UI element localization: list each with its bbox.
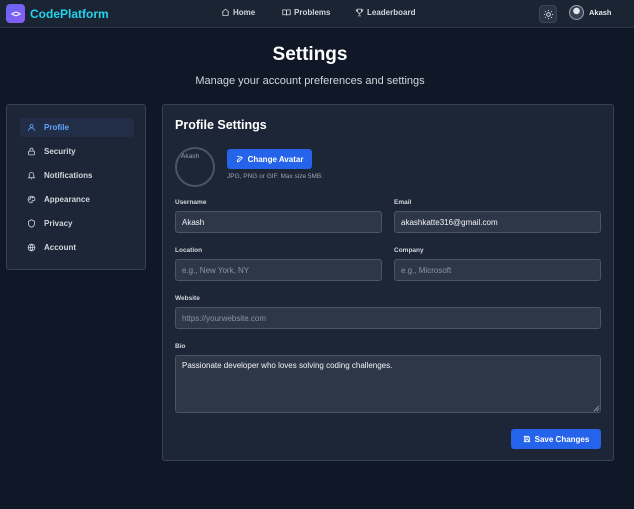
company-label: Company bbox=[394, 247, 424, 254]
nav-link-label: Problems bbox=[294, 8, 331, 17]
save-changes-label: Save Changes bbox=[534, 434, 590, 444]
company-field[interactable] bbox=[394, 259, 601, 281]
palette-icon bbox=[27, 195, 36, 204]
sidebar-item-label: Privacy bbox=[44, 219, 73, 228]
bio-textarea[interactable]: Passionate developer who loves solving c… bbox=[175, 355, 601, 413]
page-subtitle: Manage your account preferences and sett… bbox=[195, 75, 425, 87]
trophy-icon bbox=[355, 8, 364, 17]
nav-link-label: Leaderboard bbox=[367, 8, 416, 17]
home-icon bbox=[221, 8, 230, 16]
save-icon bbox=[523, 435, 530, 443]
nav-link-home[interactable]: Home bbox=[221, 8, 255, 17]
user-menu[interactable]: Akash bbox=[569, 5, 612, 20]
edit-icon bbox=[236, 155, 243, 163]
avatar-hint: JPG, PNG or GIF. Max size 5MB. bbox=[227, 173, 324, 180]
nav-link-problems[interactable]: Problems bbox=[282, 8, 330, 17]
change-avatar-label: Change Avatar bbox=[247, 154, 304, 164]
sun-icon bbox=[543, 9, 553, 19]
profile-settings-card: Profile Settings Akash Change Avatar JPG… bbox=[162, 104, 614, 461]
avatar bbox=[569, 5, 584, 20]
nav-link-label: Home bbox=[233, 8, 256, 17]
sidebar-item-notifications[interactable]: Notifications bbox=[20, 166, 134, 185]
globe-icon bbox=[27, 243, 36, 252]
sidebar-item-account[interactable]: Account bbox=[20, 238, 134, 257]
user-icon bbox=[28, 124, 35, 131]
card-title: Profile Settings bbox=[175, 118, 267, 132]
save-changes-button[interactable]: Save Changes bbox=[511, 429, 601, 449]
profile-avatar: Akash bbox=[175, 147, 215, 187]
resize-handle-icon[interactable] bbox=[593, 405, 600, 412]
location-label: Location bbox=[175, 247, 203, 254]
email-field[interactable] bbox=[394, 211, 601, 233]
sidebar-item-privacy[interactable]: Privacy bbox=[20, 214, 134, 233]
book-icon bbox=[282, 9, 291, 16]
sidebar-item-security[interactable]: Security bbox=[20, 142, 134, 161]
username-field[interactable] bbox=[175, 211, 382, 233]
email-label: Email bbox=[394, 199, 412, 206]
settings-sidebar: Profile Security Notifications Appearanc… bbox=[6, 104, 146, 270]
page-title: Settings bbox=[272, 44, 348, 65]
bell-icon bbox=[27, 172, 36, 180]
sidebar-item-label: Notifications bbox=[44, 171, 93, 180]
shield-icon bbox=[28, 219, 35, 228]
change-avatar-button[interactable]: Change Avatar bbox=[227, 149, 312, 169]
sidebar-item-label: Account bbox=[44, 243, 76, 252]
code-brackets-icon: <> bbox=[6, 4, 25, 23]
top-navbar: <> CodePlatform Home Problems Leaderboar… bbox=[0, 0, 634, 28]
theme-toggle-button[interactable] bbox=[539, 5, 557, 23]
sidebar-item-label: Appearance bbox=[44, 195, 90, 204]
brand[interactable]: <> CodePlatform bbox=[6, 4, 109, 23]
sidebar-item-appearance[interactable]: Appearance bbox=[20, 190, 134, 209]
bio-label: Bio bbox=[175, 343, 186, 350]
website-field[interactable] bbox=[175, 307, 601, 329]
sidebar-item-profile[interactable]: Profile bbox=[20, 118, 134, 137]
sidebar-item-label: Security bbox=[44, 147, 76, 156]
website-label: Website bbox=[175, 295, 200, 302]
username-label: Username bbox=[175, 199, 207, 206]
brand-name: CodePlatform bbox=[30, 6, 109, 21]
sidebar-item-label: Profile bbox=[44, 123, 69, 132]
avatar-alt-text: Akash bbox=[181, 153, 200, 160]
lock-icon bbox=[28, 147, 35, 156]
location-field[interactable] bbox=[175, 259, 382, 281]
user-name: Akash bbox=[589, 8, 612, 17]
nav-link-leaderboard[interactable]: Leaderboard bbox=[355, 8, 415, 17]
